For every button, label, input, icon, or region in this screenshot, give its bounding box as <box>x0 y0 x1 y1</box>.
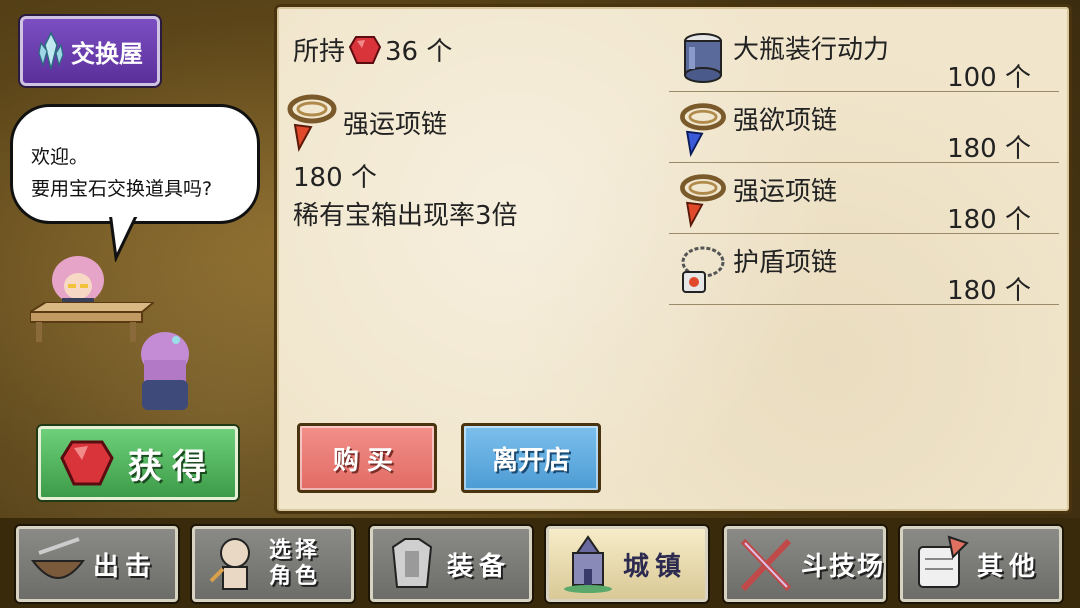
nav-other-label: 其他 <box>977 551 1042 582</box>
nav-town-label: 城镇 <box>623 551 688 582</box>
armor-icon <box>391 538 433 588</box>
gem-icon <box>60 440 114 486</box>
item-price: 100 个 <box>947 63 1031 93</box>
potion-jar-icon <box>684 33 722 83</box>
nav-select-character-label: 选择 角色 <box>269 538 321 590</box>
shield-necklace-icon <box>681 246 725 293</box>
castle-icon <box>564 535 612 593</box>
list-item[interactable]: 强运项链 180 个 <box>669 163 1059 235</box>
character-icon <box>209 538 250 590</box>
nav-sortie-button[interactable]: 出击 <box>16 526 178 602</box>
nav-select-line-1: 选择 <box>269 538 322 563</box>
item-name: 强欲项链 <box>733 106 838 136</box>
nav-other-button[interactable]: 其他 <box>900 526 1062 602</box>
bowl-icon <box>31 537 85 579</box>
nav-town-button[interactable]: 城镇 <box>546 526 708 602</box>
dialog-line-1: 欢迎。 <box>31 146 89 168</box>
red-necklace-icon <box>287 94 337 153</box>
item-price: 180 个 <box>947 134 1031 164</box>
owned-gems: 所持 36 个 <box>293 31 452 68</box>
scroll-feather-icon <box>918 535 969 588</box>
shop-panel: 所持 36 个 强运项链 180 个 稀有宝箱出现率3倍 大瓶装行动力 100 … <box>274 4 1072 514</box>
owned-label: 所持 <box>293 37 346 67</box>
nav-arena-label: 斗技场 <box>801 551 886 582</box>
leave-shop-button[interactable]: 离开店 <box>461 423 601 493</box>
blue-necklace-icon <box>680 103 726 158</box>
crystal-icon <box>38 31 64 70</box>
crossed-swords-icon <box>740 538 792 592</box>
selected-item-description: 稀有宝箱出现率3倍 <box>293 201 518 231</box>
item-name: 强运项链 <box>733 177 838 207</box>
player-sprite <box>141 332 189 410</box>
gem-icon <box>349 35 382 64</box>
buy-button[interactable]: 购买 <box>297 423 437 493</box>
selected-item-price: 180 个 <box>293 163 377 193</box>
selected-item-name: 强运项链 <box>343 109 448 140</box>
dialog-line-2: 要用宝石交换道具吗? <box>31 178 213 200</box>
speech-bubble: 欢迎。 要用宝石交换道具吗? <box>10 104 260 224</box>
nav-select-line-2: 角色 <box>269 564 322 589</box>
nav-select-character-button[interactable]: 选择 角色 <box>192 526 354 602</box>
selected-item-header: 强运项链 <box>285 91 447 153</box>
nav-arena-button[interactable]: 斗技场 <box>724 526 886 602</box>
item-price: 180 个 <box>947 276 1031 306</box>
shop-title-badge: 交换屋 <box>20 16 160 86</box>
list-item[interactable]: 大瓶装行动力 100 个 <box>669 21 1059 93</box>
red-necklace-icon <box>680 174 726 229</box>
owned-amount: 36 个 <box>385 37 453 67</box>
speech-bubble-tail <box>108 212 142 262</box>
obtain-gems-button[interactable]: 获得 <box>38 426 238 500</box>
nav-equip-label: 装备 <box>447 551 512 582</box>
item-list: 大瓶装行动力 100 个 强欲项链 180 个 强运项链 180 个 护盾项链 … <box>669 21 1059 306</box>
shop-title: 交换屋 <box>71 39 143 68</box>
obtain-button-label: 获得 <box>128 446 216 487</box>
list-item[interactable]: 强欲项链 180 个 <box>669 92 1059 164</box>
item-price: 180 个 <box>947 205 1031 235</box>
nav-sortie-label: 出击 <box>93 551 158 582</box>
list-item[interactable]: 护盾项链 180 个 <box>669 234 1059 306</box>
item-name: 大瓶装行动力 <box>733 35 890 65</box>
bottom-nav: 出击 选择 角色 装备 城镇 斗技场 其他 <box>0 518 1080 608</box>
item-name: 护盾项链 <box>733 248 838 278</box>
nav-equip-button[interactable]: 装备 <box>370 526 532 602</box>
